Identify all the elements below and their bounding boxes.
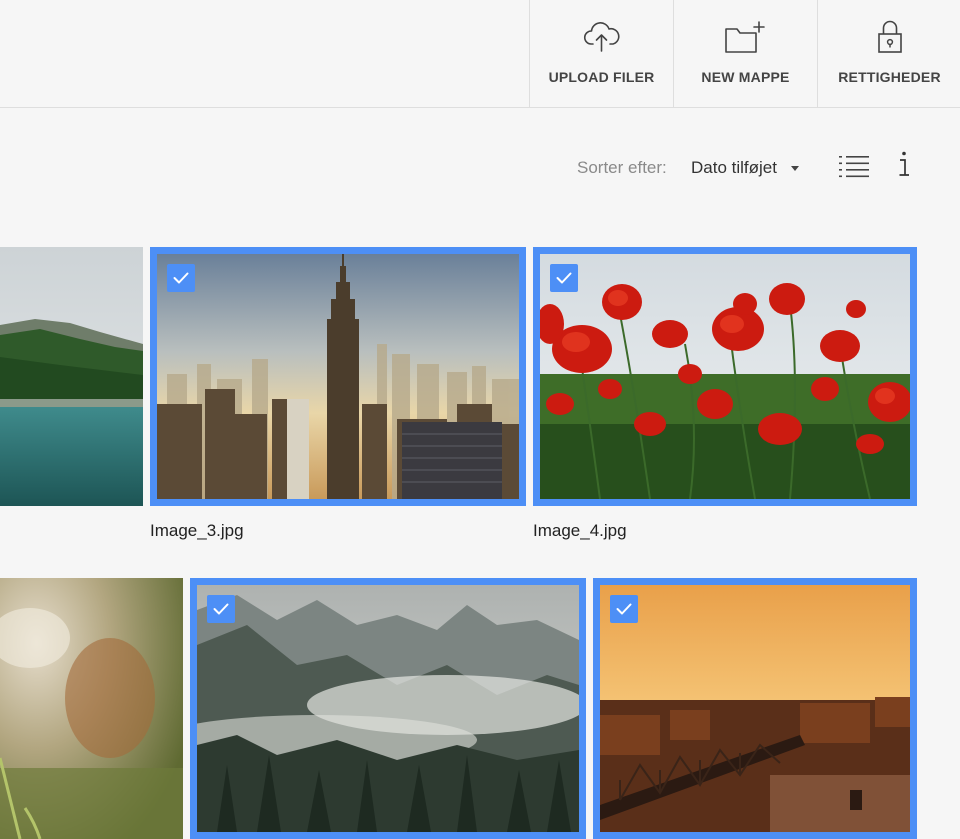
image-filename: Image_4.jpg (533, 521, 627, 540)
grass-photo (0, 578, 183, 839)
new-folder-label: NEW MAPPE (701, 69, 790, 85)
image-tile[interactable] (593, 578, 917, 839)
image-filename: Image_3.jpg (150, 521, 244, 540)
caret-down-icon (790, 166, 799, 172)
cloud-upload-icon (530, 18, 673, 56)
poppies-photo (540, 254, 910, 499)
image-tile[interactable] (150, 247, 526, 506)
upload-files-label: UPLOAD FILER (548, 69, 655, 85)
checkmark-icon (556, 272, 572, 284)
city-skyline-photo (157, 254, 519, 499)
image-tile[interactable] (0, 247, 143, 506)
sort-dropdown[interactable]: Dato tilføjet (691, 158, 799, 178)
upload-files-button[interactable]: UPLOAD FILER (529, 0, 673, 107)
image-tile[interactable] (190, 578, 586, 839)
image-tile[interactable] (533, 247, 917, 506)
info-icon (899, 151, 909, 176)
folder-plus-icon (674, 18, 817, 56)
selected-checkbox[interactable] (207, 595, 235, 623)
selected-checkbox[interactable] (550, 264, 578, 292)
new-folder-button[interactable]: NEW MAPPE (673, 0, 817, 107)
bridge-sunset-photo (600, 585, 910, 832)
sort-label: Sorter efter: (577, 158, 667, 177)
misty-mountains-photo (197, 585, 579, 832)
image-tile[interactable] (0, 578, 183, 839)
checkmark-icon (213, 603, 229, 615)
list-view-button[interactable] (838, 153, 870, 179)
list-view-icon (839, 156, 869, 178)
selected-checkbox[interactable] (167, 264, 195, 292)
permissions-button[interactable]: RETTIGHEDER (817, 0, 960, 107)
checkmark-icon (173, 272, 189, 284)
sort-value: Dato tilføjet (691, 158, 777, 177)
info-button[interactable] (895, 150, 913, 180)
permissions-label: RETTIGHEDER (838, 69, 941, 85)
top-toolbar: UPLOAD FILER NEW MAPPE RETTIGHEDER (0, 0, 960, 108)
checkmark-icon (616, 603, 632, 615)
lock-icon (818, 18, 960, 56)
selected-checkbox[interactable] (610, 595, 638, 623)
mountain-lake-photo (0, 247, 143, 506)
